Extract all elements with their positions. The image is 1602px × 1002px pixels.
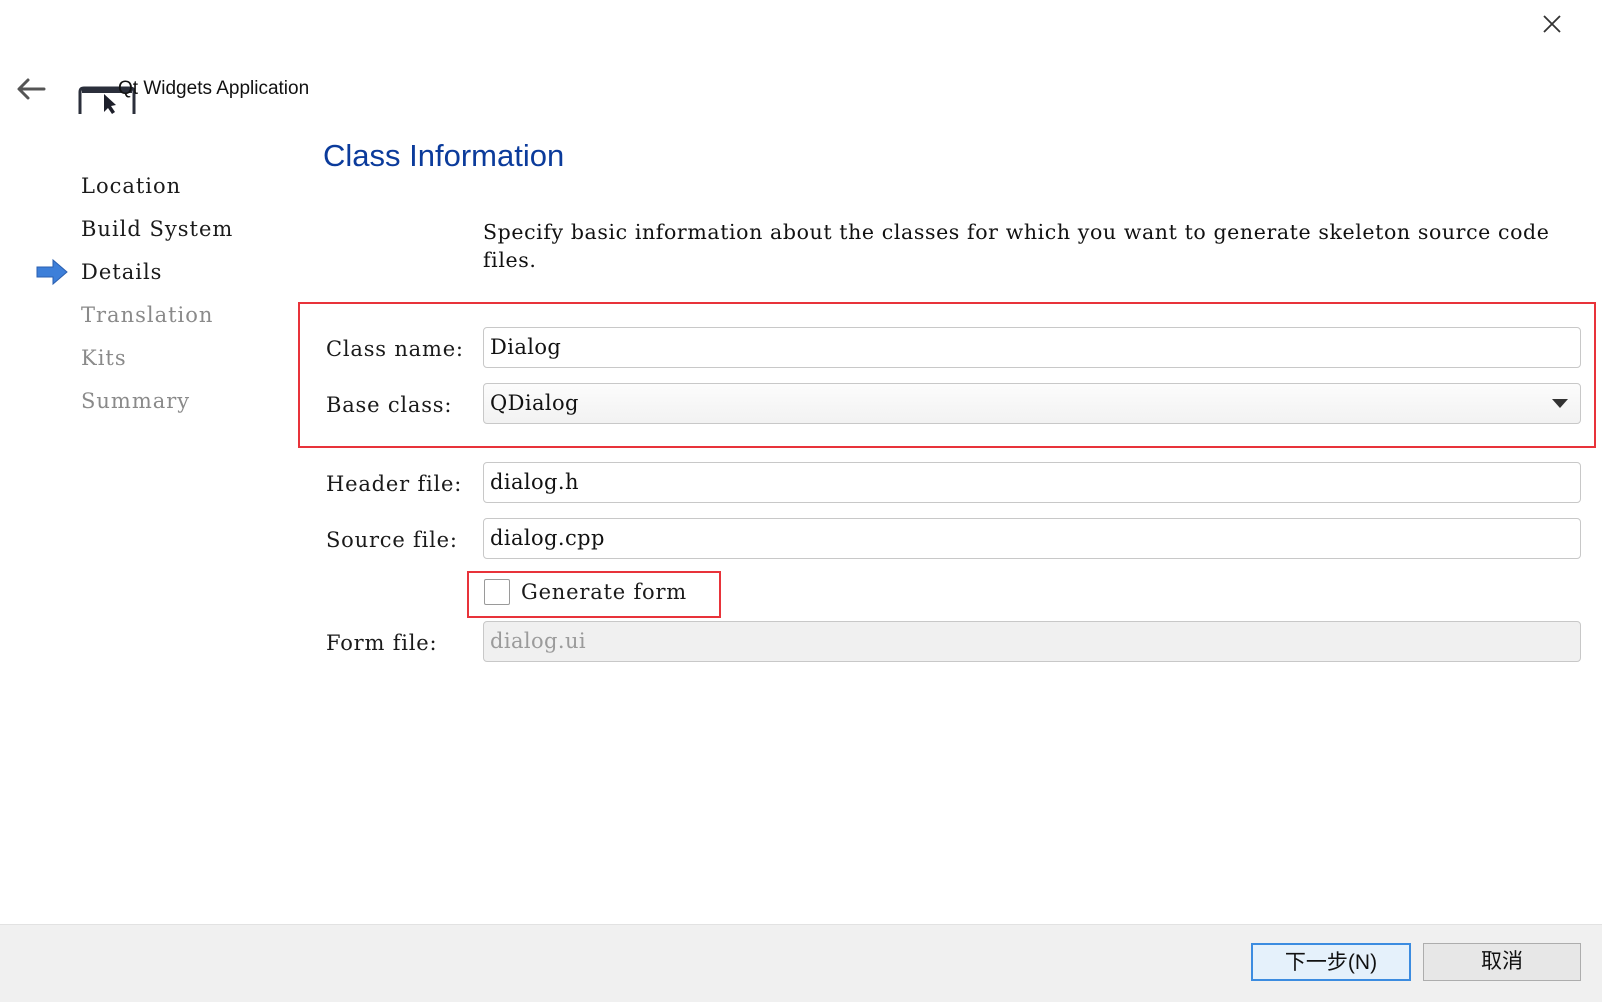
base-class-combobox[interactable]: QDialog	[483, 383, 1581, 424]
step-details: Details	[81, 260, 163, 284]
page-title: Class Information	[323, 138, 565, 173]
step-build-system: Build System	[81, 217, 234, 241]
page-description: Specify basic information about the clas…	[483, 220, 1550, 272]
next-button[interactable]: 下一步(N)	[1251, 943, 1411, 981]
wizard-footer: 下一步(N) 取消	[0, 924, 1602, 1002]
step-summary: Summary	[81, 389, 191, 413]
header-file-input[interactable]: dialog.h	[483, 462, 1581, 503]
base-class-value: QDialog	[490, 391, 579, 415]
class-name-input[interactable]: Dialog	[483, 327, 1581, 368]
step-location: Location	[81, 174, 182, 198]
source-file-label: Source file:	[326, 528, 458, 552]
current-step-arrow-icon	[36, 258, 68, 286]
cancel-button[interactable]: 取消	[1423, 943, 1581, 981]
source-file-input[interactable]: dialog.cpp	[483, 518, 1581, 559]
class-fields-highlight-frame	[298, 302, 1596, 448]
chevron-down-icon[interactable]	[1552, 399, 1568, 408]
class-name-label: Class name:	[326, 337, 464, 361]
form-file-input: dialog.ui	[483, 621, 1581, 662]
base-class-label: Base class:	[326, 393, 453, 417]
step-translation: Translation	[81, 303, 214, 327]
step-kits: Kits	[81, 346, 127, 370]
back-arrow-icon[interactable]	[14, 76, 48, 102]
window-title: Qt Widgets Application	[118, 78, 310, 99]
form-file-label: Form file:	[326, 631, 438, 655]
header-file-label: Header file:	[326, 472, 463, 496]
generate-form-label[interactable]: Generate form	[521, 580, 687, 604]
close-icon[interactable]	[1540, 12, 1564, 36]
generate-form-checkbox[interactable]	[484, 579, 510, 605]
